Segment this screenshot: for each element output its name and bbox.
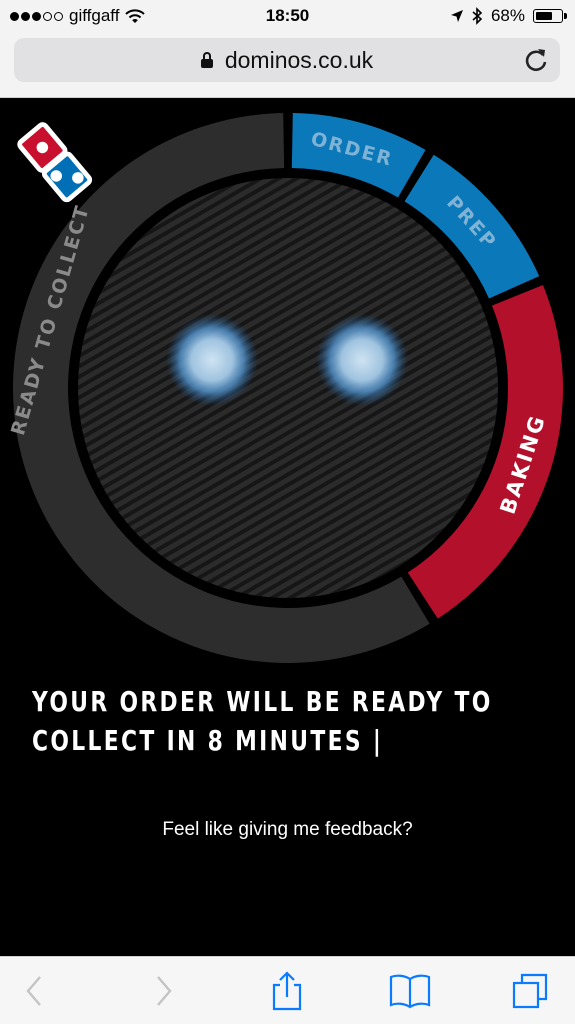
tracker-left-eye — [166, 314, 258, 406]
bookmarks-icon[interactable] — [388, 971, 432, 1011]
order-tracker-page: ORDER PREP BAKING READY TO COLLECT YOUR ORD… — [0, 98, 575, 956]
back-icon[interactable] — [14, 971, 58, 1011]
status-bar: giffgaff 18:50 68% — [0, 0, 575, 32]
lock-icon — [200, 51, 213, 68]
feedback-link[interactable]: Feel like giving me feedback? — [0, 819, 575, 841]
battery-icon — [533, 9, 567, 23]
order-status-line-1: YOUR ORDER WILL BE READY TO — [32, 685, 493, 718]
tabs-icon[interactable] — [508, 971, 552, 1011]
url-text: dominos.co.uk — [224, 47, 374, 73]
order-status-line-2: COLLECT IN 8 MINUTES | — [32, 724, 384, 757]
location-arrow-icon — [450, 10, 463, 22]
bluetooth-icon — [472, 7, 483, 25]
tracker-face — [78, 178, 498, 598]
browser-toolbar — [0, 956, 575, 1024]
tracker-right-eye — [316, 314, 408, 406]
status-right: 68% — [450, 6, 567, 26]
share-icon[interactable] — [265, 971, 309, 1011]
battery-percent: 68% — [490, 6, 525, 25]
dominos-logo — [17, 122, 93, 203]
address-bar[interactable]: dominos.co.uk — [14, 38, 560, 82]
url-display[interactable]: dominos.co.uk — [14, 47, 560, 74]
browser-address-area: dominos.co.uk — [0, 32, 575, 98]
forward-icon[interactable] — [140, 971, 184, 1011]
reload-icon[interactable] — [522, 46, 550, 74]
order-status-message: YOUR ORDER WILL BE READY TO COLLECT IN 8… — [32, 682, 493, 760]
